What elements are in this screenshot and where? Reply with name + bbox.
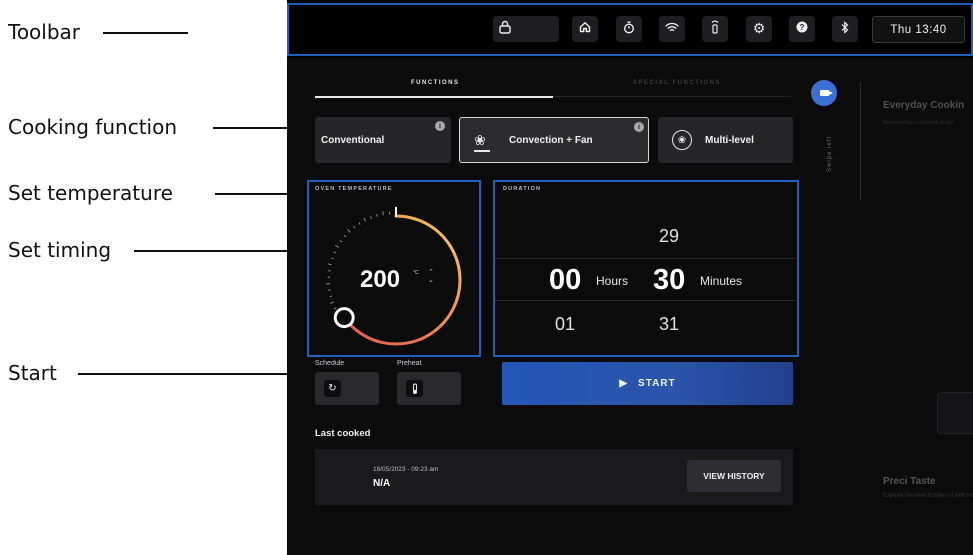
dial-tick (334, 244, 339, 248)
side-card-image (937, 392, 973, 434)
annotation-set-timing: Set timing (0, 238, 516, 262)
start-button[interactable]: ▶ START (502, 362, 793, 405)
dial-tick (369, 216, 372, 219)
last-cooked-card: 18/05/2023 - 09:23 am N/A VIEW HISTORY (315, 449, 793, 505)
play-icon: ▶ (619, 378, 629, 389)
dial-tick (343, 234, 347, 238)
annotation-toolbar-label: Toolbar (8, 20, 81, 44)
function-conventional-label: Conventional (321, 134, 385, 146)
dial-tick (333, 251, 337, 254)
annotation-cooking-function-label: Cooking function (8, 115, 178, 139)
info-icon[interactable]: i (435, 121, 445, 131)
side-panel-divider (860, 82, 861, 200)
hours-value[interactable]: 00 (549, 264, 581, 297)
active-tab-indicator (315, 96, 553, 98)
function-convection-fan[interactable]: ❀ Convection + Fan i (459, 117, 649, 163)
swipe-left-hint: Swipe left (827, 135, 833, 172)
side-card-title[interactable]: Everyday Cookin (883, 100, 964, 111)
duration-separator-top (495, 258, 795, 259)
annotation-cooking-function: Cooking function (0, 115, 500, 139)
oven-screen: ⚙ ? Thu 13:40 FUNCTIONS SPECIAL FUNCTION… (287, 0, 973, 555)
schedule-label: Schedule (315, 360, 345, 367)
annotation-toolbar: Toolbar (0, 20, 330, 44)
heater-bar-icon (474, 150, 490, 152)
fan-icon: ❀ (474, 133, 486, 149)
duration-separator-bottom (495, 300, 795, 301)
annotation-start-label: Start (8, 361, 57, 385)
video-button[interactable] (811, 80, 837, 106)
toolbar-highlight (287, 3, 973, 56)
minutes-previous[interactable]: 29 (659, 226, 679, 247)
view-history-button[interactable]: VIEW HISTORY (687, 460, 781, 492)
hours-next[interactable]: 01 (555, 314, 575, 335)
minutes-next[interactable]: 31 (659, 314, 679, 335)
minutes-value[interactable]: 30 (653, 264, 685, 297)
dial-tick (330, 257, 334, 260)
dial-tick (358, 222, 361, 225)
chevron-up-icon[interactable]: ⌃ (428, 268, 434, 276)
preheat-label: Preheat (397, 360, 422, 367)
last-cooked-title: Last cooked (315, 428, 371, 439)
temperature-knob[interactable] (333, 307, 355, 329)
last-cooked-date: 18/05/2023 - 09:23 am (373, 466, 439, 473)
schedule-button[interactable]: ↻ (315, 372, 379, 405)
chevron-down-icon[interactable]: ⌄ (428, 276, 434, 284)
dial-tick (347, 229, 351, 233)
dial-tick (376, 214, 378, 217)
dial-tick (327, 263, 332, 266)
function-multi-level[interactable]: ❀ Multi-level (658, 117, 793, 163)
fan-circle-icon: ❀ (672, 130, 692, 150)
temperature-unit: °C (413, 270, 419, 276)
dial-ticks (326, 211, 391, 316)
info-icon[interactable]: i (634, 122, 644, 132)
schedule-icon: ↻ (324, 380, 341, 397)
tab-track (553, 96, 791, 97)
dial-tick (339, 240, 343, 243)
preheat-button[interactable] (397, 372, 461, 405)
function-conventional[interactable]: Conventional i (315, 117, 451, 163)
annotation-set-temperature-label: Set temperature (8, 181, 173, 205)
annotation-set-timing-label: Set timing (8, 238, 112, 262)
dial-tick (363, 217, 367, 222)
dial-tick (382, 211, 384, 216)
annotation-start: Start (0, 361, 518, 385)
temperature-stepper[interactable]: ⌃ ⌄ (428, 268, 434, 284)
hours-label: Hours (596, 274, 629, 288)
tab-functions[interactable]: FUNCTIONS (411, 80, 460, 86)
function-convection-fan-label: Convection + Fan (509, 134, 593, 146)
annotation-toolbar-leader (103, 32, 188, 34)
side-card-title[interactable]: Preci Taste (883, 476, 936, 487)
thermometer-icon (406, 380, 423, 397)
minutes-label: Minutes (700, 274, 743, 288)
dial-tick (329, 301, 334, 304)
duration-title: DURATION (503, 186, 542, 192)
start-label: START (638, 378, 676, 389)
annotation-set-temperature: Set temperature (0, 181, 330, 205)
temperature-value: 200 (360, 266, 401, 293)
function-multi-level-label: Multi-level (705, 134, 754, 146)
duration-panel (493, 180, 799, 357)
side-card-subtitle: An everyday cookbook to get (883, 120, 954, 126)
dial-tick (333, 307, 337, 310)
dial-tick (353, 225, 356, 229)
last-cooked-name: N/A (373, 478, 391, 489)
tab-special-functions[interactable]: SPECIAL FUNCTIONS (633, 80, 721, 86)
camera-icon (819, 90, 833, 96)
dial-tick (329, 295, 333, 298)
side-card-subtitle: Explore the new frontier of with Haier's… (883, 493, 973, 499)
temperature-title: OVEN TEMPERATURE (315, 186, 393, 192)
